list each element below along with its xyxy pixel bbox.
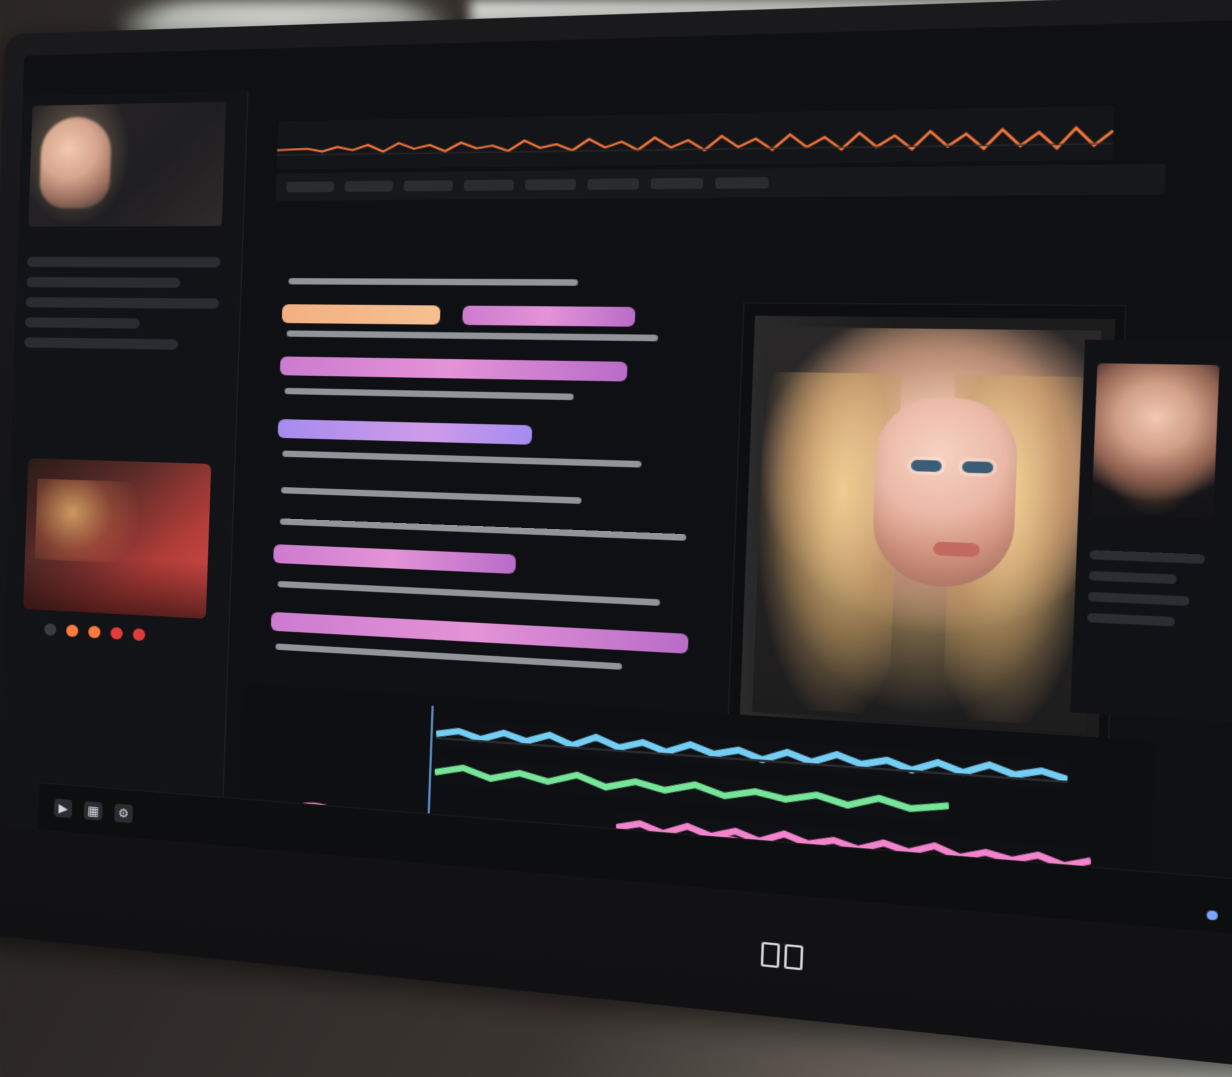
grid-glyph: ▦ [87,804,99,817]
right-panel [1070,340,1232,722]
portrait-face [871,396,1019,589]
meta-line [280,518,686,540]
control-pill[interactable] [26,277,180,288]
control-pill[interactable] [24,337,178,349]
clip-bar[interactable] [462,306,635,327]
settings-icon[interactable]: ⚙ [114,803,133,823]
monitor: ▶ ▦ ⚙ [0,0,1232,1077]
status-dot [88,626,101,639]
toolbar-button[interactable] [464,180,514,191]
meta-line [285,388,574,400]
clip-bar[interactable] [280,356,628,381]
status-dot [66,624,78,637]
settings-glyph: ⚙ [118,807,129,820]
monitor-logo [761,942,803,966]
left-media-panel [0,91,249,846]
preview-viewer[interactable] [727,302,1126,755]
toolbar-button[interactable] [587,178,639,189]
topbar [257,61,1232,108]
meta-line [282,451,641,468]
right-control-bar[interactable] [1088,592,1189,606]
control-pill[interactable] [26,297,220,309]
right-control-bar[interactable] [1087,613,1175,627]
status-dot [133,628,146,641]
monitor-logo-mark [784,944,803,970]
play-glyph: ▶ [58,802,68,815]
right-control-bar[interactable] [1090,550,1205,564]
play-icon[interactable]: ▶ [54,799,73,819]
portrait-lips [933,542,980,558]
status-dot [110,627,123,640]
preview-portrait [752,327,1101,733]
top-waveform [277,106,1115,170]
right-panel-controls [1087,538,1226,640]
meta-line [288,278,578,286]
control-pill[interactable] [25,317,140,328]
left-controls [23,247,221,392]
right-thumbnail-portrait[interactable] [1091,363,1219,519]
toolbar-button[interactable] [345,181,393,192]
toolbar-button[interactable] [286,181,334,192]
monitor-logo-mark [761,942,780,968]
grid-icon[interactable]: ▦ [84,801,103,821]
status-dot-row [44,620,197,647]
media-thumbnail-portrait[interactable] [28,102,226,227]
clip-bar[interactable] [282,304,441,324]
control-pill[interactable] [27,257,221,268]
media-thumbnail-room[interactable] [23,458,211,619]
editor-toolbar [275,164,1166,201]
toolbar-button[interactable] [404,180,453,191]
toolbar-button[interactable] [525,179,576,190]
portrait-eye-left [911,460,942,472]
top-waveform-svg [277,106,1115,170]
clip-bar[interactable] [273,544,516,574]
thumbnail-face [39,116,112,208]
portrait-eye-right [962,461,993,473]
right-control-bar[interactable] [1089,571,1177,584]
monitor-screen: ▶ ▦ ⚙ [0,17,1232,939]
meta-line [287,330,659,341]
meta-line [278,581,660,606]
status-dot [44,623,56,636]
toolbar-button[interactable] [651,178,704,190]
meta-line [275,643,622,669]
toolbar-button[interactable] [715,177,769,189]
meta-line [281,487,582,504]
clip-bar[interactable] [278,419,533,445]
preview-frame [740,316,1116,746]
